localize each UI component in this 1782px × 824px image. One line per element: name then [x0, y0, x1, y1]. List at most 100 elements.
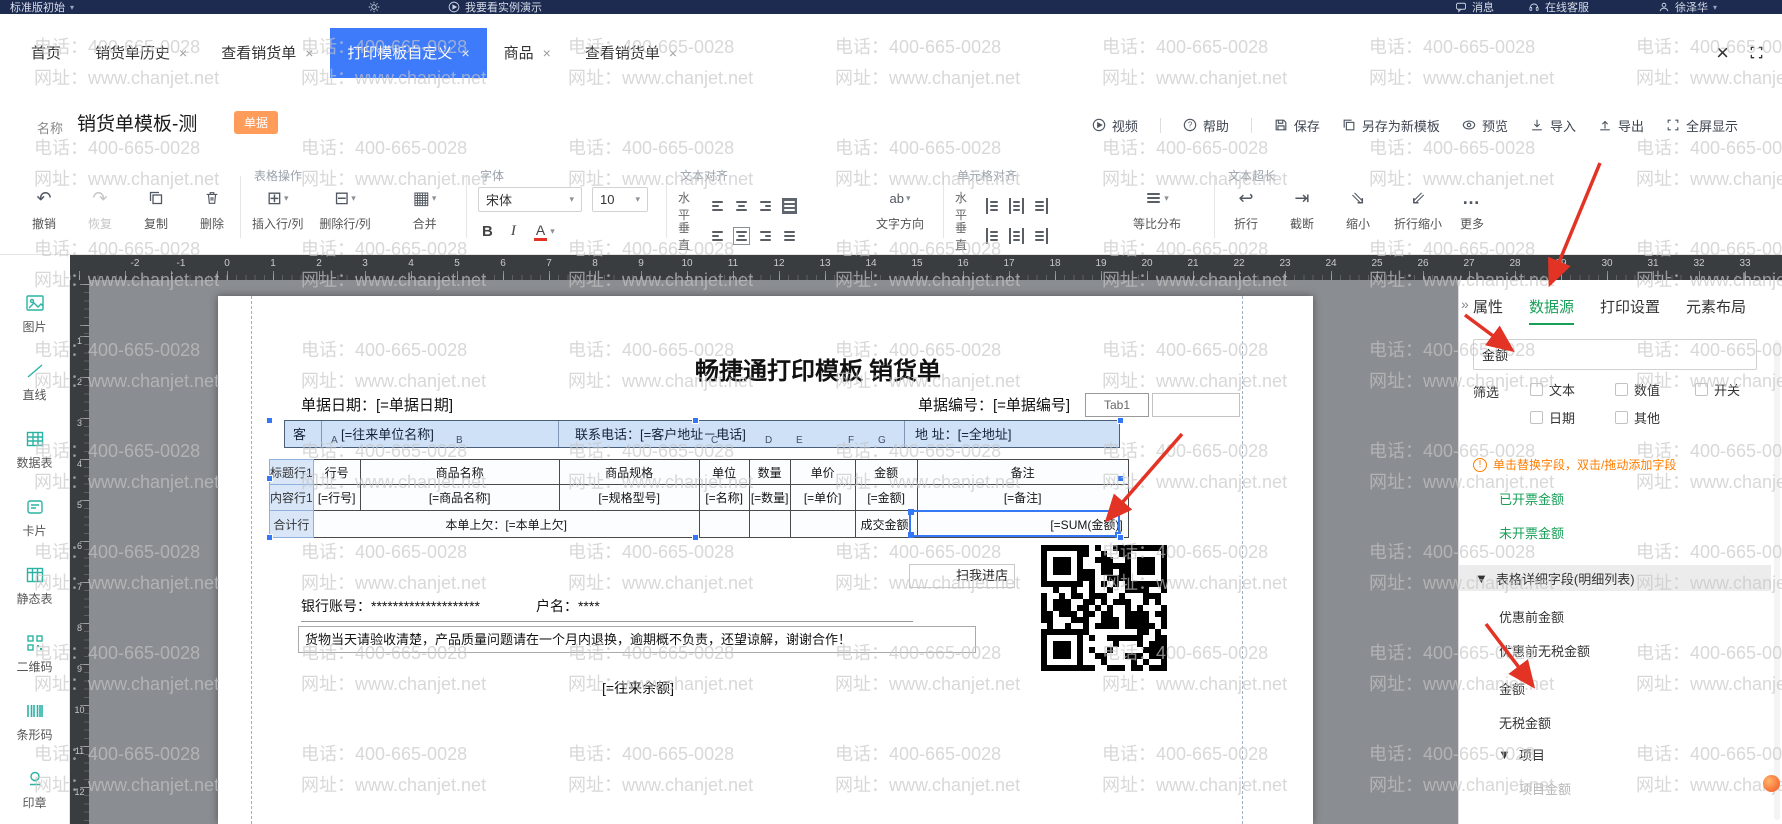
messages-link[interactable]: 消息	[1455, 0, 1494, 14]
tab-home[interactable]: 首页	[14, 28, 78, 78]
fullscreen-button[interactable]: 全屏显示	[1666, 116, 1738, 135]
valign-top-icon[interactable]	[710, 228, 725, 244]
field-pre-discount-amount[interactable]: 优惠前金额	[1499, 607, 1564, 626]
field-cell[interactable]: [=金额]	[855, 485, 917, 511]
settings-gear-icon[interactable]	[368, 0, 380, 14]
product-switcher[interactable]: 标准版初始▾	[10, 0, 74, 14]
doc-date-field[interactable]: 单据日期：[=单据日期]	[301, 394, 453, 415]
italic-button[interactable]: I	[511, 223, 516, 240]
cell-valign-bottom-icon[interactable]	[1033, 228, 1048, 244]
align-left-icon[interactable]	[710, 198, 725, 214]
scan-shop-label[interactable]: 扫我进店	[909, 564, 1015, 588]
resize-handle[interactable]	[1117, 534, 1124, 541]
tab-properties[interactable]: 属性	[1473, 296, 1503, 317]
tab-close-icon[interactable]: ×	[179, 45, 187, 61]
field-cell[interactable]: [=商品名称]	[360, 485, 559, 511]
copy-button[interactable]: 复制	[136, 187, 176, 232]
field-cell[interactable]: [=单价]	[790, 485, 855, 511]
sum-amount-cell[interactable]: [=SUM(金额)]	[917, 511, 1128, 538]
header-cell[interactable]: 金额	[855, 460, 917, 485]
field-notax-amount[interactable]: 无税金额	[1499, 713, 1551, 732]
notice-text[interactable]: 货物当天请验收清楚，产品质量问题请在一个月内退换，逾期概不负责，还望谅解，谢谢合…	[298, 626, 976, 653]
tab-close-icon[interactable]: ×	[461, 45, 469, 61]
resize-handle[interactable]	[1117, 417, 1124, 424]
scrollbar[interactable]	[1774, 340, 1780, 820]
table-tab-label[interactable]: Tab1	[1085, 393, 1149, 417]
empty-cell[interactable]	[749, 511, 790, 538]
field-project-amount[interactable]: 项目金额	[1519, 779, 1571, 798]
balance-field[interactable]: [=往来余额]	[602, 678, 674, 698]
shrink-text-button[interactable]: ⇘缩小	[1338, 187, 1378, 232]
resize-handle[interactable]	[266, 417, 273, 424]
font-family-select[interactable]: 宋体▾	[478, 187, 582, 212]
filter-other-checkbox[interactable]: 其他	[1615, 408, 1660, 427]
design-canvas[interactable]: 畅捷通打印模板 销货单 单据日期：[=单据日期] 单据编号：[=单据编号] Ta…	[89, 280, 1458, 824]
tab-view-sales-order-2[interactable]: 查看销货单×	[568, 28, 694, 78]
tab-close-icon[interactable]: ×	[305, 45, 313, 61]
filter-number-checkbox[interactable]: 数值	[1615, 380, 1660, 399]
wrap-shrink-button[interactable]: ⇙折行缩小	[1394, 187, 1442, 232]
field-cell[interactable]: [=规格型号]	[559, 485, 699, 511]
header-cell[interactable]: 行号	[313, 460, 360, 485]
cell-valign-top-icon[interactable]	[986, 228, 1001, 244]
header-cell[interactable]: 单价	[790, 460, 855, 485]
total-label-cell[interactable]: 成交金额:	[855, 511, 917, 538]
restore-window-icon[interactable]	[1749, 45, 1764, 60]
collapse-panel-icon[interactable]: »	[1461, 296, 1469, 312]
text-direction-button[interactable]: ab▾ 文字方向	[876, 187, 924, 232]
tab-close-icon[interactable]: ×	[669, 45, 677, 61]
save-button[interactable]: 保存	[1274, 116, 1320, 135]
customer-address-field[interactable]: 地 址：[=全地址]	[915, 424, 1011, 443]
font-size-select[interactable]: 10▾	[592, 187, 648, 212]
export-button[interactable]: 导出	[1598, 116, 1644, 135]
resize-handle[interactable]	[1117, 475, 1124, 482]
service-link[interactable]: 在线客服	[1528, 0, 1589, 14]
redo-button[interactable]: ↷恢复	[80, 187, 120, 232]
preview-button[interactable]: 预览	[1462, 116, 1508, 135]
header-cell[interactable]: 备注	[917, 460, 1128, 485]
undo-button[interactable]: ↶撤销	[24, 187, 64, 232]
resize-handle[interactable]	[692, 534, 699, 541]
tool-barcode[interactable]: 条形码	[5, 692, 65, 752]
header-cell[interactable]: 商品名称	[360, 460, 559, 485]
close-icon[interactable]: ×	[1716, 42, 1729, 64]
align-justify-icon[interactable]	[782, 198, 797, 214]
tool-static-table[interactable]: 静态表	[5, 556, 65, 616]
delete-row-col-button[interactable]: ⊟▾删除行/列	[319, 187, 370, 232]
row-label-header[interactable]: 标题行1	[270, 460, 314, 485]
field-invoiced-amount[interactable]: 已开票金额	[1499, 489, 1564, 508]
template-name[interactable]: 销货单模板-测	[77, 109, 197, 136]
tool-line[interactable]: 直线	[5, 352, 65, 412]
field-cell[interactable]: [=备注]	[917, 485, 1128, 511]
row-label-total[interactable]: 合计行	[270, 511, 314, 538]
user-menu[interactable]: 徐泽华▾	[1658, 0, 1717, 14]
field-cell[interactable]: [=数量]	[749, 485, 790, 511]
detail-table[interactable]: 标题行1 行号 商品名称 商品规格 单位 数量 单价 金额 备注 内容行1 [=…	[269, 459, 1129, 538]
customer-info-row[interactable]: 客 [=往来单位名称] 联系电话：[=客户地址－电话] 地 址：[=全地址] A…	[284, 420, 1120, 448]
field-pre-discount-notax-amount[interactable]: 优惠前无税金额	[1499, 641, 1590, 660]
wrap-text-button[interactable]: ↩折行	[1226, 187, 1266, 232]
tab-print-template[interactable]: 打印模板自定义×	[330, 28, 486, 78]
delete-button[interactable]: 删除	[192, 187, 232, 232]
floating-help-button[interactable]	[1763, 775, 1780, 792]
tab-sales-history[interactable]: 销货单历史×	[78, 28, 204, 78]
resize-handle[interactable]	[692, 417, 699, 424]
row-label-content[interactable]: 内容行1	[270, 485, 314, 511]
template-title[interactable]: 畅捷通打印模板 销货单	[518, 351, 1118, 386]
more-button[interactable]: …更多	[1452, 187, 1492, 232]
tool-qrcode[interactable]: 二维码	[5, 624, 65, 684]
filter-switch-checkbox[interactable]: 开关	[1695, 380, 1740, 399]
cell-align-center-icon[interactable]	[1009, 198, 1024, 214]
tool-seal[interactable]: 印章	[5, 760, 65, 820]
tab-element-layout[interactable]: 元素布局	[1686, 296, 1746, 317]
video-button[interactable]: 视频	[1092, 116, 1138, 135]
valign-middle-icon[interactable]	[734, 228, 749, 244]
filter-date-checkbox[interactable]: 日期	[1530, 408, 1575, 427]
field-search-input[interactable]	[1473, 339, 1757, 370]
tool-card[interactable]: 卡片	[5, 488, 65, 548]
tab-print-settings[interactable]: 打印设置	[1600, 296, 1660, 317]
doc-number-field[interactable]: 单据编号：[=单据编号]	[918, 394, 1070, 415]
customer-phone-field[interactable]: 联系电话：[=客户地址－电话]	[575, 424, 746, 443]
filter-text-checkbox[interactable]: 文本	[1530, 380, 1575, 399]
demo-link[interactable]: 我要看实例演示	[448, 0, 542, 14]
